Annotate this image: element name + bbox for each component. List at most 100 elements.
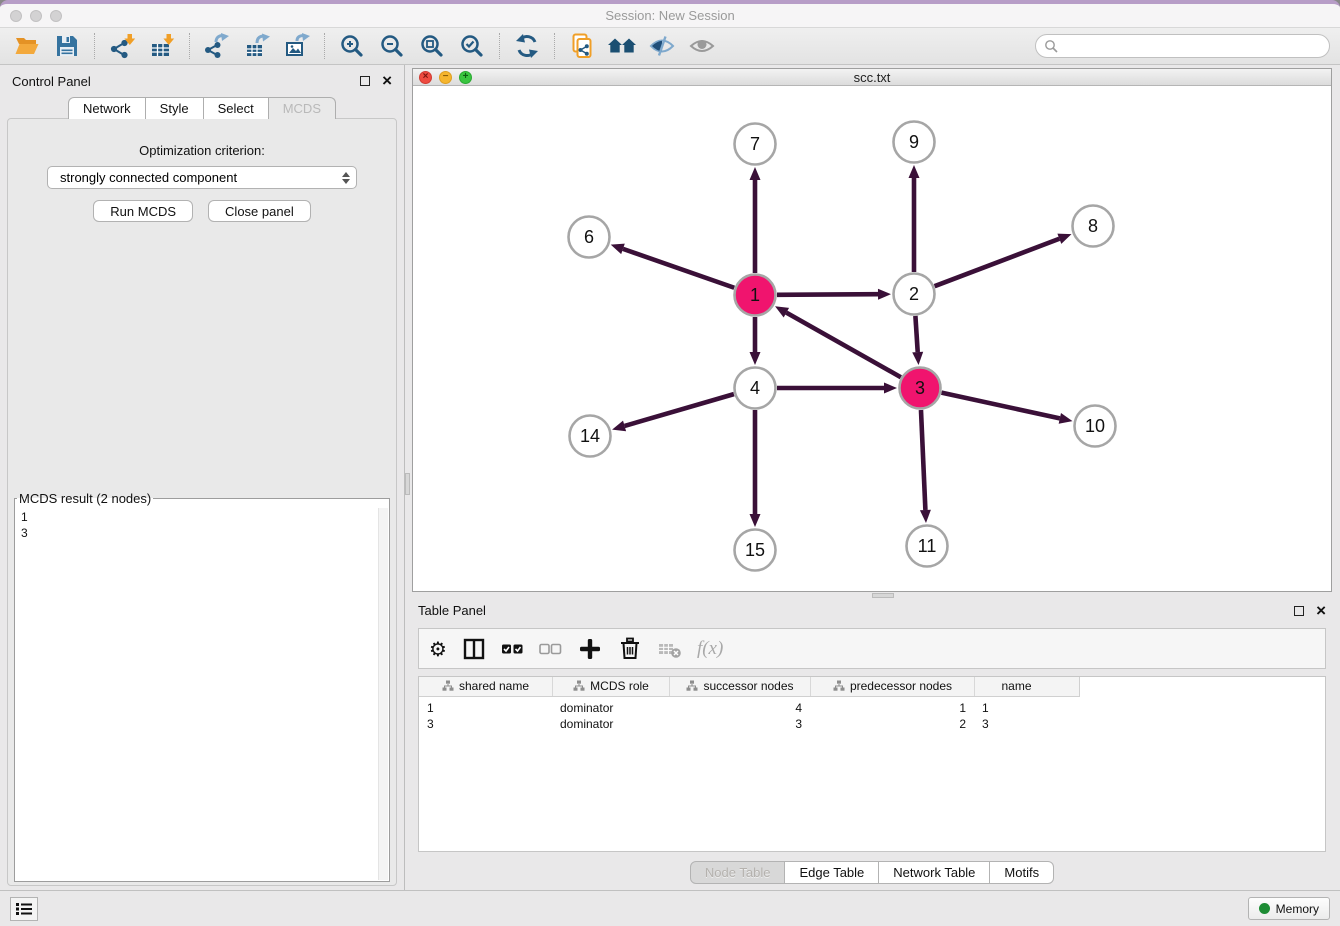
- import-network-icon[interactable]: [105, 32, 139, 60]
- graph-edge-arrow: [912, 352, 923, 365]
- tab-select[interactable]: Select: [204, 97, 269, 119]
- result-scrollbar[interactable]: [378, 508, 388, 880]
- minimize-window-icon[interactable]: [30, 10, 42, 22]
- table-settings-icon[interactable]: ⚙: [429, 634, 447, 664]
- graph-node-label: 3: [915, 378, 925, 398]
- graph-edge-3-1[interactable]: [786, 313, 900, 378]
- column-header-MCDS-role[interactable]: MCDS role: [552, 677, 669, 696]
- close-panel-icon[interactable]: ×: [382, 76, 392, 86]
- tab-mcds[interactable]: MCDS: [269, 97, 336, 119]
- workspace: × − + scc.txt 7968124314101511 Table Pan…: [410, 65, 1340, 890]
- clone-network-icon[interactable]: [565, 32, 599, 60]
- graph-node-label: 2: [909, 284, 919, 304]
- zoom-out-icon[interactable]: [375, 32, 409, 60]
- maximize-window-icon[interactable]: [50, 10, 62, 22]
- close-table-panel-icon[interactable]: ×: [1316, 606, 1326, 616]
- save-session-icon[interactable]: [50, 32, 84, 60]
- tab-style[interactable]: Style: [146, 97, 204, 119]
- table-cell: 1: [810, 701, 974, 715]
- export-image-icon[interactable]: [280, 32, 314, 60]
- graph-svg[interactable]: 7968124314101511: [413, 86, 1333, 586]
- splitter-handle[interactable]: [872, 593, 894, 598]
- toolbar-separator: [324, 33, 325, 59]
- close-window-icon[interactable]: [10, 10, 22, 22]
- splitter-handle[interactable]: [405, 473, 410, 495]
- criterion-dropdown[interactable]: strongly connected component: [47, 166, 357, 189]
- mcds-tab-content: Optimization criterion: strongly connect…: [7, 118, 397, 886]
- column-header-predecessor-nodes[interactable]: predecessor nodes: [810, 677, 974, 696]
- titlebar: Session: New Session: [0, 4, 1340, 28]
- tab-motifs[interactable]: Motifs: [990, 861, 1054, 884]
- table-row[interactable]: 1dominator411: [419, 700, 1325, 716]
- close-panel-button[interactable]: Close panel: [208, 200, 311, 222]
- run-mcds-button[interactable]: Run MCDS: [93, 200, 193, 222]
- main-area: Control Panel × NetworkStyleSelectMCDS O…: [0, 65, 1340, 890]
- zoom-fit-icon[interactable]: [415, 32, 449, 60]
- graph-edge-4-14[interactable]: [625, 394, 734, 426]
- float-panel-icon[interactable]: [360, 76, 370, 86]
- column-header-shared-name[interactable]: shared name: [419, 677, 552, 696]
- tab-network[interactable]: Network: [68, 97, 146, 119]
- float-table-panel-icon[interactable]: [1294, 606, 1304, 616]
- export-table-icon[interactable]: [240, 32, 274, 60]
- search-input[interactable]: [1062, 39, 1321, 53]
- mcds-result-text[interactable]: 13: [16, 508, 388, 880]
- import-table-icon[interactable]: [145, 32, 179, 60]
- control-panel-title: Control Panel: [12, 74, 91, 89]
- column-header-label: predecessor nodes: [850, 679, 952, 693]
- memory-button[interactable]: Memory: [1248, 897, 1330, 920]
- delete-column-icon[interactable]: [617, 634, 643, 664]
- hide-graphics-details-icon[interactable]: [645, 32, 679, 60]
- graph-node-label: 7: [750, 134, 760, 154]
- session-title: Session: New Session: [605, 8, 734, 23]
- show-columns-icon[interactable]: [461, 634, 487, 664]
- add-column-icon[interactable]: [577, 634, 603, 664]
- graph-edge-3-11[interactable]: [921, 410, 925, 510]
- column-header-successor-nodes[interactable]: successor nodes: [669, 677, 810, 696]
- graph-edge-2-3[interactable]: [915, 316, 917, 352]
- column-header-name[interactable]: name: [974, 677, 1058, 696]
- search-box: [1035, 34, 1330, 58]
- horizontal-splitter[interactable]: [412, 592, 1332, 599]
- network-maximize-icon[interactable]: +: [459, 71, 472, 84]
- memory-status-icon: [1259, 903, 1270, 914]
- toolbar-separator: [189, 33, 190, 59]
- network-close-icon[interactable]: ×: [419, 71, 432, 84]
- graph-edge-2-8[interactable]: [935, 239, 1060, 286]
- table-cell: 3: [419, 717, 552, 731]
- control-panel-tabs: NetworkStyleSelectMCDS: [0, 97, 404, 119]
- control-panel: Control Panel × NetworkStyleSelectMCDS O…: [0, 65, 404, 890]
- graph-edge-arrow: [750, 352, 761, 365]
- zoom-in-icon[interactable]: [335, 32, 369, 60]
- column-header-label: successor nodes: [703, 679, 793, 693]
- home-icon[interactable]: [605, 32, 639, 60]
- deselect-all-checkboxes-icon[interactable]: [539, 634, 563, 664]
- refresh-layout-icon[interactable]: [510, 32, 544, 60]
- tab-node-table[interactable]: Node Table: [690, 861, 786, 884]
- graph-edge-1-2[interactable]: [777, 294, 878, 295]
- table-row[interactable]: 3dominator323: [419, 716, 1325, 732]
- network-minimize-icon[interactable]: −: [439, 71, 452, 84]
- application-window: Session: New Session: [0, 0, 1340, 926]
- vertical-splitter[interactable]: [404, 65, 410, 890]
- result-line: 1: [21, 509, 388, 525]
- export-network-icon[interactable]: [200, 32, 234, 60]
- graph-edge-1-6[interactable]: [623, 249, 734, 288]
- tab-network-table[interactable]: Network Table: [879, 861, 990, 884]
- tab-edge-table[interactable]: Edge Table: [785, 861, 879, 884]
- graph-edge-3-10[interactable]: [941, 393, 1059, 419]
- task-history-icon[interactable]: [10, 897, 38, 921]
- table-cell: 1: [974, 701, 1058, 715]
- zoom-selected-icon[interactable]: [455, 32, 489, 60]
- select-all-checkboxes-icon[interactable]: [501, 634, 525, 664]
- network-canvas[interactable]: 7968124314101511: [413, 86, 1331, 591]
- graph-node-label: 11: [918, 536, 937, 556]
- table-cell: dominator: [552, 701, 669, 715]
- show-graphics-details-icon[interactable]: [685, 32, 719, 60]
- graph-edge-arrow: [750, 514, 761, 527]
- toolbar-separator: [94, 33, 95, 59]
- memory-label: Memory: [1276, 902, 1319, 916]
- graph-node-label: 4: [750, 378, 760, 398]
- criterion-value: strongly connected component: [60, 170, 237, 185]
- open-session-icon[interactable]: [10, 32, 44, 60]
